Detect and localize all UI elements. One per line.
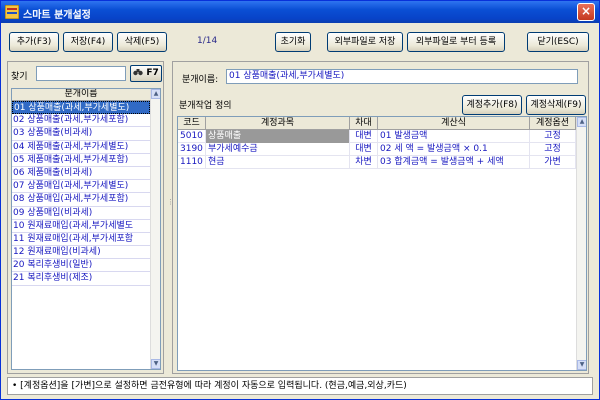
list-item[interactable]: 03 상품매출(비과세) (12, 127, 150, 141)
save-button[interactable]: 저장(F4) (63, 32, 113, 52)
cell-account[interactable]: 상품매출 (206, 130, 350, 143)
list-item[interactable]: 09 상품매입(비과세) (12, 207, 150, 220)
cell-formula[interactable]: 01 발생금액 (378, 130, 530, 143)
cell-option[interactable]: 고정 (530, 143, 576, 156)
column-header-formula: 계산식 (378, 117, 530, 130)
add-button[interactable]: 추가(F3) (9, 32, 59, 52)
cell-account[interactable]: 부가세예수금 (206, 143, 350, 156)
table-row[interactable]: 5010 상품매출 대변 01 발생금액 고정 (178, 130, 576, 143)
cell-side[interactable]: 대변 (350, 130, 378, 143)
cell-option[interactable]: 가변 (530, 156, 576, 169)
grid-scrollbar[interactable]: ▲ ▼ (576, 117, 586, 370)
table-row[interactable]: 3190 부가세예수금 대변 02 세 액 = 발생금액 × 0.1 고정 (178, 143, 576, 156)
find-input[interactable] (36, 66, 126, 81)
reset-button[interactable]: 초기화 (275, 32, 311, 52)
list-item[interactable]: 20 복리후생비(일반) (12, 259, 150, 273)
list-item[interactable]: 10 원재료매입(과세,부가세별도 (12, 220, 150, 233)
import-file-button[interactable]: 외부파일로 부터 등록 (407, 32, 505, 52)
find-label: 찾기 (11, 72, 28, 82)
app-icon (5, 5, 19, 19)
list-header: 분개이름 (12, 89, 150, 101)
list-item[interactable]: 01 상품매출(과세,부가세별도) (12, 101, 150, 115)
account-grid[interactable]: 코드 계정과목 차대 계산식 계정옵션 5010 상품매출 대변 01 발생금액 고정 3… (177, 116, 587, 371)
page-count: 1/14 (197, 36, 218, 46)
grid-scroll-up-icon[interactable]: ▲ (577, 117, 586, 127)
close-button[interactable]: 닫기(ESC) (527, 32, 589, 52)
list-item[interactable]: 11 원재료매입(과세,부가세포함 (12, 233, 150, 247)
delete-account-button[interactable]: 계정삭제(F9) (526, 95, 586, 115)
cell-code[interactable]: 5010 (178, 130, 206, 143)
cell-formula[interactable]: 03 합계금액 = 발생금액 + 세액 (378, 156, 530, 169)
main-window: 스마트 분개설정 × 추가(F3) 저장(F4) 삭제(F5) 초기화 외부파일… (0, 0, 600, 400)
column-header-account: 계정과목 (206, 117, 350, 130)
left-panel: 찾기 F7 분개이름 01 상품매출(과세,부가세별도) 02 상품매출(과세,부… (7, 61, 164, 374)
window-title: 스마트 분개설정 (23, 10, 91, 21)
list-item[interactable]: 02 상품매출(과세,부가세포함) (12, 114, 150, 128)
list-item[interactable]: 08 상품매입(과세,부가세포함) (12, 193, 150, 207)
binoculars-icon (133, 69, 143, 76)
cell-option[interactable]: 고정 (530, 130, 576, 143)
list-scrollbar[interactable]: ▲ ▼ (150, 89, 160, 369)
cell-code[interactable]: 3190 (178, 143, 206, 156)
list-item[interactable]: 21 복리후생비(제조) (12, 272, 150, 286)
journal-name-label: 분개이름: (182, 75, 219, 85)
cell-code[interactable]: 1110 (178, 156, 206, 169)
journal-definition-label: 분개작업 정의 (179, 101, 232, 111)
cell-formula[interactable]: 02 세 액 = 발생금액 × 0.1 (378, 143, 530, 156)
find-button[interactable]: F7 (130, 65, 162, 82)
list-item[interactable]: 04 제품매출(과세,부가세별도) (12, 141, 150, 154)
list-item[interactable]: 12 원재료매입(비과세) (12, 246, 150, 260)
list-item[interactable]: 07 상품매입(과세,부가세별도) (12, 180, 150, 194)
close-icon[interactable]: × (577, 3, 595, 21)
scroll-up-icon[interactable]: ▲ (151, 89, 160, 99)
list-item[interactable]: 06 제품매출(비과세) (12, 167, 150, 181)
right-panel: 분개이름: 01 상품매출(과세,부가세별도) 분개작업 정의 계정추가(F8)… (172, 61, 589, 374)
list-item[interactable]: 05 제품매출(과세,부가세포함) (12, 154, 150, 167)
cell-side[interactable]: 대변 (350, 143, 378, 156)
scroll-down-icon[interactable]: ▼ (151, 359, 160, 369)
journal-name-list[interactable]: 분개이름 01 상품매출(과세,부가세별도) 02 상품매출(과세,부가세포함) 0… (11, 88, 161, 370)
column-header-side: 차대 (350, 117, 378, 130)
title-bar[interactable]: 스마트 분개설정 × (1, 1, 599, 23)
grid-scroll-down-icon[interactable]: ▼ (577, 360, 586, 370)
column-header-code: 코드 (178, 117, 206, 130)
export-file-button[interactable]: 외부파일로 저장 (327, 32, 403, 52)
table-row[interactable]: 1110 현금 차변 03 합계금액 = 발생금액 + 세액 가변 (178, 156, 576, 169)
grid-header: 코드 계정과목 차대 계산식 계정옵션 (178, 117, 576, 130)
find-button-label: F7 (146, 68, 159, 78)
delete-button[interactable]: 삭제(F5) (117, 32, 167, 52)
status-bar: • [계정옵션]을 [가변]으로 설정하면 금전유형에 따라 계정이 자동으로 … (7, 377, 593, 395)
cell-account[interactable]: 현금 (206, 156, 350, 169)
splitter-handle[interactable]: ⋮ (167, 199, 174, 211)
cell-side[interactable]: 차변 (350, 156, 378, 169)
journal-name-field[interactable]: 01 상품매출(과세,부가세별도) (226, 69, 578, 84)
add-account-button[interactable]: 계정추가(F8) (462, 95, 522, 115)
toolbar: 추가(F3) 저장(F4) 삭제(F5) 초기화 외부파일로 저장 외부파일로 … (1, 23, 599, 57)
column-header-option: 계정옵션 (530, 117, 576, 130)
